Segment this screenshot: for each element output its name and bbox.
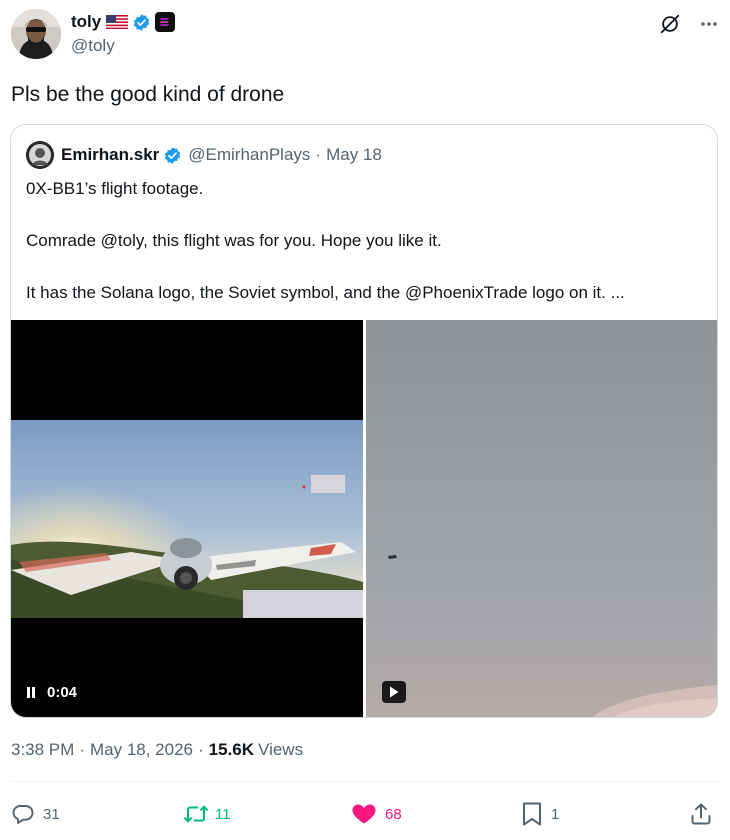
author-name-row: toly [71,11,176,33]
verified-icon[interactable] [132,13,151,32]
quote-author-name[interactable]: Emirhan.skr [61,145,159,165]
quote-header: Emirhan.skr @EmirhanPlays · May 18 [26,141,382,169]
divider [11,781,719,782]
video-frame [11,420,363,618]
tweet-meta: 3:38 PM · May 18, 2026 · 15.6K Views [11,740,303,760]
grok-icon[interactable] [659,13,681,35]
quote-line: It has the Solana logo, the Soviet symbo… [26,283,625,302]
author-avatar[interactable] [11,9,61,59]
reply-icon [11,802,35,826]
author-handle[interactable]: @toly [71,36,115,56]
quote-media: 0:04 [11,320,717,717]
like-button[interactable]: 68 [351,800,402,828]
repost-icon [183,802,209,826]
second-video[interactable] [366,320,717,717]
tweet-date[interactable]: May 18, 2026 [90,740,193,760]
quote-author-handle[interactable]: @EmirhanPlays [188,145,310,165]
video-timer[interactable]: 0:04 [27,684,77,701]
header-actions [659,13,719,35]
tweet-text: Pls be the good kind of drone [11,83,285,106]
views-count[interactable]: 15.6K [209,740,254,760]
quote-separator: · [315,145,322,164]
quote-tweet[interactable]: Emirhan.skr @EmirhanPlays · May 18 0X-BB… [10,124,718,718]
quote-author-avatar[interactable] [26,141,54,169]
solana-badge-icon[interactable] [155,12,176,32]
views-label: Views [258,740,304,759]
tweet-time[interactable]: 3:38 PM [11,740,74,760]
play-icon[interactable] [382,681,406,703]
repost-button[interactable]: 11 [183,800,231,828]
verified-icon[interactable] [163,146,182,165]
quote-date[interactable]: May 18 [326,145,382,165]
quote-line: 0X-BB1’s flight footage. [26,179,204,198]
more-icon[interactable] [699,14,719,34]
like-icon [351,802,377,826]
reply-count: 31 [43,805,60,823]
bookmark-button[interactable]: 1 [521,800,559,828]
author-name[interactable]: toly [71,12,101,32]
reply-button[interactable]: 31 [11,800,60,828]
meta-separator: · [79,740,85,759]
share-button[interactable] [689,800,713,828]
quote-line: Comrade @toly, this flight was for you. … [26,231,442,250]
tweet-header: toly @toly [11,9,719,61]
action-bar: 31 11 68 1 [11,800,719,828]
like-count: 68 [385,805,402,823]
share-icon [689,802,713,826]
video-player[interactable]: 0:04 [11,320,363,717]
us-flag-icon [106,15,129,29]
bookmark-icon [521,801,543,827]
meta-separator: · [198,740,204,759]
repost-count: 11 [215,805,231,823]
bookmark-count: 1 [551,805,560,823]
quote-body: 0X-BB1’s flight footage. Comrade @toly, … [26,178,706,334]
video-time: 0:04 [47,684,78,701]
pause-icon[interactable] [27,687,37,698]
